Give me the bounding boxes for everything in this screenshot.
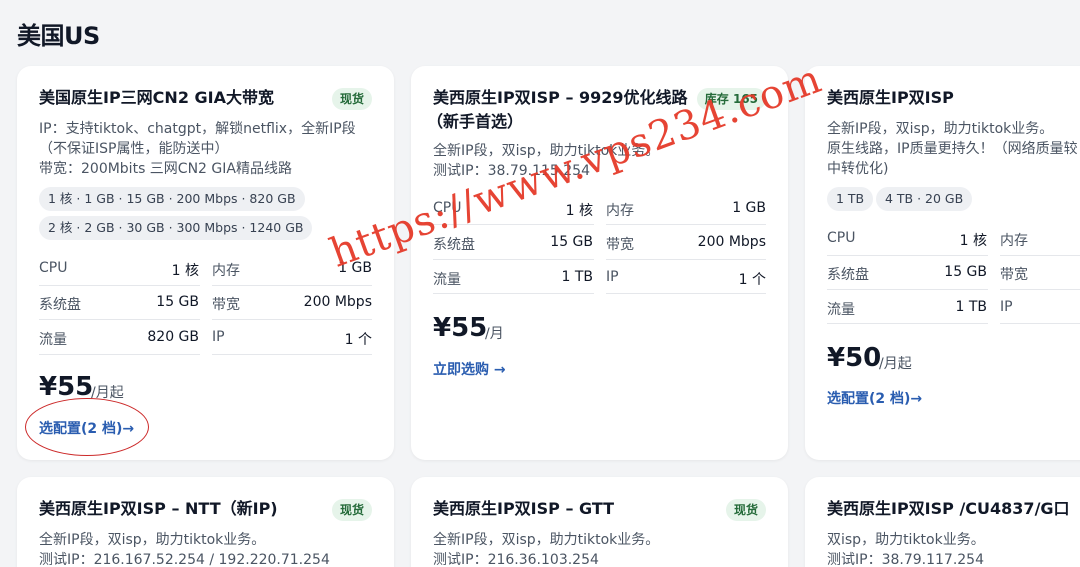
card-title: 美西原生IP双ISP /CU4837/G口 xyxy=(827,499,1070,518)
spec-label: 内存 xyxy=(606,203,634,219)
status-badge: 现货 xyxy=(331,499,372,521)
spec-value: 15 GB xyxy=(156,294,199,310)
spec-value: 200 Mbps xyxy=(697,234,766,250)
card-desc-line: 全新IP段，双isp，助力tiktok业务。 xyxy=(433,532,660,548)
divider xyxy=(39,319,200,320)
product-card: 美西原生IP双ISP 全新IP段，双isp，助力tiktok业务。 原生线路，I… xyxy=(805,66,1080,460)
spec-value: 1 TB xyxy=(955,299,987,315)
spec-value: 200 Mbps xyxy=(303,294,372,310)
highlight-circle xyxy=(25,398,149,456)
spec-value: 1 核 xyxy=(565,203,593,219)
card-title: 美西原生IP双ISP xyxy=(827,88,954,107)
spec-label: IP xyxy=(606,269,619,285)
price: ¥50 xyxy=(827,343,882,373)
spec-label: 系统盘 xyxy=(39,297,81,313)
card-title-line-2: （新手首选） xyxy=(427,112,524,131)
spec-label: 带宽 xyxy=(212,297,240,313)
divider xyxy=(1000,323,1080,324)
spec-label: 带宽 xyxy=(606,237,634,253)
spec-label: 流量 xyxy=(39,332,67,348)
product-card: 美西原生IP双ISP /CU4837/G口 双isp，助力tiktok业务。 测… xyxy=(805,477,1080,567)
config-chip[interactable]: 4 TB · 20 GB xyxy=(876,187,973,211)
spec-value: 1 TB xyxy=(561,269,593,285)
spec-value: 1 核 xyxy=(171,263,199,279)
price-unit: /月起 xyxy=(879,356,912,372)
spec-value: 820 GB xyxy=(147,329,199,345)
config-chip[interactable]: 1 TB xyxy=(827,187,874,211)
divider xyxy=(1000,255,1080,256)
card-desc-line: （不保证ISP属性，能防送中） xyxy=(39,141,229,157)
spec-value: 1 核 xyxy=(959,233,987,249)
card-title: 美国原生IP三网CN2 GIA大带宽 xyxy=(39,88,274,107)
section-title: 美国US xyxy=(17,22,100,50)
spec-label: 内存 xyxy=(212,263,240,279)
card-desc-line: 全新IP段，双isp，助力tiktok业务。 xyxy=(827,121,1054,137)
divider xyxy=(827,255,988,256)
divider xyxy=(39,354,200,355)
divider xyxy=(606,224,766,225)
card-desc-line: 双isp，助力tiktok业务。 xyxy=(827,532,985,548)
card-title: 美西原生IP双ISP – 9929优化线路 xyxy=(433,88,688,107)
config-chip[interactable]: 1 核 · 1 GB · 15 GB · 200 Mbps · 820 GB xyxy=(39,187,305,211)
card-desc-line: 测试IP：38.79.117.254 xyxy=(827,552,984,567)
spec-value: 1 个 xyxy=(344,332,372,348)
spec-label: 系统盘 xyxy=(827,267,869,283)
divider xyxy=(827,289,988,290)
status-badge: 现货 xyxy=(331,88,372,110)
spec-value: 15 GB xyxy=(944,264,987,280)
choose-config-link[interactable]: 选配置(2 档)→ xyxy=(827,388,922,408)
status-badge: 现货 xyxy=(725,499,766,521)
price: ¥55 xyxy=(433,313,488,343)
spec-label: 流量 xyxy=(433,272,461,288)
card-desc-line: 测试IP：216.167.52.254 / 192.220.71.254 xyxy=(39,552,330,567)
divider xyxy=(39,285,200,286)
divider xyxy=(212,354,372,355)
card-desc-line: 测试IP：216.36.103.254 xyxy=(433,552,599,567)
spec-label: CPU xyxy=(39,260,68,276)
spec-label: 内存 xyxy=(1000,233,1028,249)
card-desc-line: 原生线路，IP质量更持久！（网络质量较 xyxy=(827,141,1078,157)
card-desc-line: IP：支持tiktok、chatgpt，解锁netflix，全新IP段 xyxy=(39,121,356,137)
spec-label: IP xyxy=(1000,299,1013,315)
product-card: 美西原生IP双ISP – NTT（新IP) 现货 全新IP段，双isp，助力ti… xyxy=(17,477,394,567)
card-desc-line: 带宽：200Mbits 三网CN2 GIA精品线路 xyxy=(39,161,292,177)
divider xyxy=(606,259,766,260)
card-title: 美西原生IP双ISP – NTT（新IP) xyxy=(39,499,278,518)
divider xyxy=(1000,289,1080,290)
spec-label: 流量 xyxy=(827,302,855,318)
buy-now-link[interactable]: 立即选购 → xyxy=(433,359,506,379)
spec-label: 带宽 xyxy=(1000,267,1028,283)
card-title: 美西原生IP双ISP – GTT xyxy=(433,499,615,518)
divider xyxy=(212,285,372,286)
divider xyxy=(606,293,766,294)
spec-label: CPU xyxy=(827,230,856,246)
product-card: 美西原生IP双ISP – GTT 现货 全新IP段，双isp，助力tiktok业… xyxy=(411,477,788,567)
card-desc-line: 全新IP段，双isp，助力tiktok业务。 xyxy=(39,532,266,548)
spec-label: IP xyxy=(212,329,225,345)
divider xyxy=(433,293,594,294)
spec-value: 15 GB xyxy=(550,234,593,250)
spec-value: 1 GB xyxy=(732,200,766,216)
spec-value: 1 个 xyxy=(738,272,766,288)
divider xyxy=(433,259,594,260)
card-desc-line: 中转优化) xyxy=(827,161,889,177)
divider xyxy=(827,323,988,324)
config-chip[interactable]: 2 核 · 2 GB · 30 GB · 300 Mbps · 1240 GB xyxy=(39,216,313,240)
price-unit: /月 xyxy=(485,326,504,342)
divider xyxy=(212,319,372,320)
